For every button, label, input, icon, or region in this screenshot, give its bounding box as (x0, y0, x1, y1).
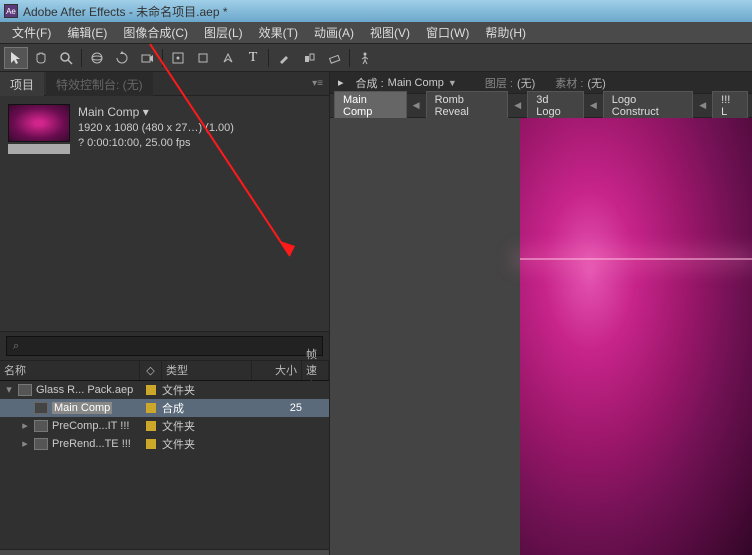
folder-icon (34, 438, 48, 450)
color-swatch[interactable] (146, 421, 156, 431)
crumb-more[interactable]: !!! L (712, 91, 748, 121)
orbit-tool[interactable] (85, 47, 109, 69)
crumb-3dlogo[interactable]: 3d Logo (527, 91, 584, 121)
material-dropdown-label: 素材 : (555, 75, 583, 91)
chevron-left-icon: ◀ (586, 100, 601, 111)
material-dropdown-value[interactable]: (无) (587, 75, 605, 91)
col-name[interactable]: 名称 (0, 361, 140, 380)
rotate-tool[interactable] (110, 47, 134, 69)
crumb-logocon[interactable]: Logo Construct (603, 91, 693, 121)
comp-thumbnail[interactable] (8, 104, 70, 142)
tree-row[interactable]: ▸ PreComp...IT !!! 文件夹 (0, 417, 329, 435)
item-type: 文件夹 (162, 436, 252, 452)
tree-row[interactable]: ▾ Glass R... Pack.aep 文件夹 (0, 381, 329, 399)
comp-dropdown-value: Main Comp (388, 77, 444, 89)
menu-edit[interactable]: 编辑(E) (59, 21, 115, 44)
viewer-panel: ▸ 合成 : Main Comp ▼ 图层 : (无) 素材 : (无) Mai… (330, 72, 752, 555)
puppet-tool[interactable] (353, 47, 377, 69)
tab-project[interactable]: 项目 (0, 72, 44, 97)
toolbar: T (0, 44, 752, 72)
project-panel: 项目 特效控制台: (无) ▾≡ Main Comp ▾ 1920 x 1080… (0, 72, 330, 555)
tree-row[interactable]: Main Comp 合成25 (0, 399, 329, 417)
folder-icon (34, 420, 48, 432)
chevron-left-icon: ◀ (510, 100, 525, 111)
project-tree[interactable]: ▾ Glass R... Pack.aep 文件夹 Main Comp 合成25 ▸ Pre… (0, 381, 329, 550)
menu-effect[interactable]: 效果(T) (251, 21, 306, 44)
col-type[interactable]: 类型 (162, 361, 252, 380)
item-label: Main Comp (52, 402, 112, 414)
eraser-tool[interactable] (322, 47, 346, 69)
comp-name[interactable]: Main Comp ▾ (78, 104, 234, 121)
comp-dropdown-label-prefix: 合成 : (356, 75, 384, 91)
menu-help[interactable]: 帮助(H) (477, 21, 534, 44)
color-swatch[interactable] (146, 439, 156, 449)
camera-icon: ▸ (338, 76, 344, 89)
search-input[interactable] (6, 336, 323, 356)
crumb-main[interactable]: Main Comp (334, 91, 407, 121)
disclosure-triangle[interactable]: ▾ (4, 383, 14, 396)
text-tool[interactable]: T (241, 47, 265, 69)
chevron-down-icon: ▼ (448, 78, 457, 88)
col-size[interactable]: 大小 (252, 361, 302, 380)
menu-view[interactable]: 视图(V) (362, 21, 418, 44)
disclosure-triangle[interactable]: ▸ (20, 437, 30, 450)
comp-icon (34, 402, 48, 414)
menu-animation[interactable]: 动画(A) (306, 21, 362, 44)
column-header: 名称 ◇ 类型 大小 帧速率 (0, 361, 329, 381)
layer-dropdown-value[interactable]: (无) (517, 75, 535, 91)
tab-effect-controls[interactable]: 特效控制台: (无) (46, 72, 153, 97)
menu-composition[interactable]: 图像合成(C) (115, 21, 196, 44)
crumb-romb[interactable]: Romb Reveal (426, 91, 509, 121)
chevron-left-icon: ◀ (695, 100, 710, 111)
color-swatch[interactable] (146, 385, 156, 395)
tree-row[interactable]: ▸ PreRend...TE !!! 文件夹 (0, 435, 329, 453)
app-icon: Ae (4, 4, 18, 18)
brush-tool[interactable] (272, 47, 296, 69)
disclosure-triangle[interactable]: ▸ (20, 419, 30, 432)
camera-tool[interactable] (135, 47, 159, 69)
titlebar: Ae Adobe After Effects - 未命名项目.aep * (0, 0, 752, 22)
menu-file[interactable]: 文件(F) (4, 21, 59, 44)
hand-tool[interactable] (29, 47, 53, 69)
anchor-tool[interactable] (166, 47, 190, 69)
item-type: 文件夹 (162, 382, 252, 398)
layer-dropdown-label: 图层 : (485, 75, 513, 91)
col-tag[interactable]: ◇ (140, 361, 162, 380)
item-type: 文件夹 (162, 418, 252, 434)
item-label: Glass R... Pack.aep (36, 384, 133, 396)
item-label: PreComp...IT !!! (52, 420, 129, 432)
tag-icon: ◇ (146, 364, 154, 377)
comp-dimensions: 1920 x 1080 (480 x 27…) (1.00) (78, 121, 234, 136)
chevron-left-icon: ◀ (409, 100, 424, 111)
comp-time: ? 0:00:10:00, 25.00 fps (78, 136, 234, 151)
item-size: 25 (252, 402, 302, 414)
folder-icon (18, 384, 32, 396)
col-rate[interactable]: 帧速率 (302, 361, 329, 380)
shape-tool[interactable] (191, 47, 215, 69)
menu-layer[interactable]: 图层(L) (196, 21, 251, 44)
menu-window[interactable]: 窗口(W) (418, 21, 477, 44)
canvas (520, 118, 752, 555)
clone-tool[interactable] (297, 47, 321, 69)
color-swatch[interactable] (146, 403, 156, 413)
pen-tool[interactable] (216, 47, 240, 69)
selection-tool[interactable] (4, 47, 28, 69)
zoom-tool[interactable] (54, 47, 78, 69)
item-label: PreRend...TE !!! (52, 438, 131, 450)
panel-menu-icon[interactable]: ▾≡ (312, 78, 323, 89)
lens-flare (520, 258, 752, 260)
alpha-strip (8, 144, 70, 154)
window-title: Adobe After Effects - 未命名项目.aep * (23, 3, 228, 20)
menubar: 文件(F) 编辑(E) 图像合成(C) 图层(L) 效果(T) 动画(A) 视图… (0, 22, 752, 44)
item-type: 合成 (162, 400, 252, 416)
composition-viewport[interactable] (330, 118, 752, 555)
comp-breadcrumb: Main Comp ◀ Romb Reveal ◀ 3d Logo ◀ Logo… (330, 94, 752, 118)
